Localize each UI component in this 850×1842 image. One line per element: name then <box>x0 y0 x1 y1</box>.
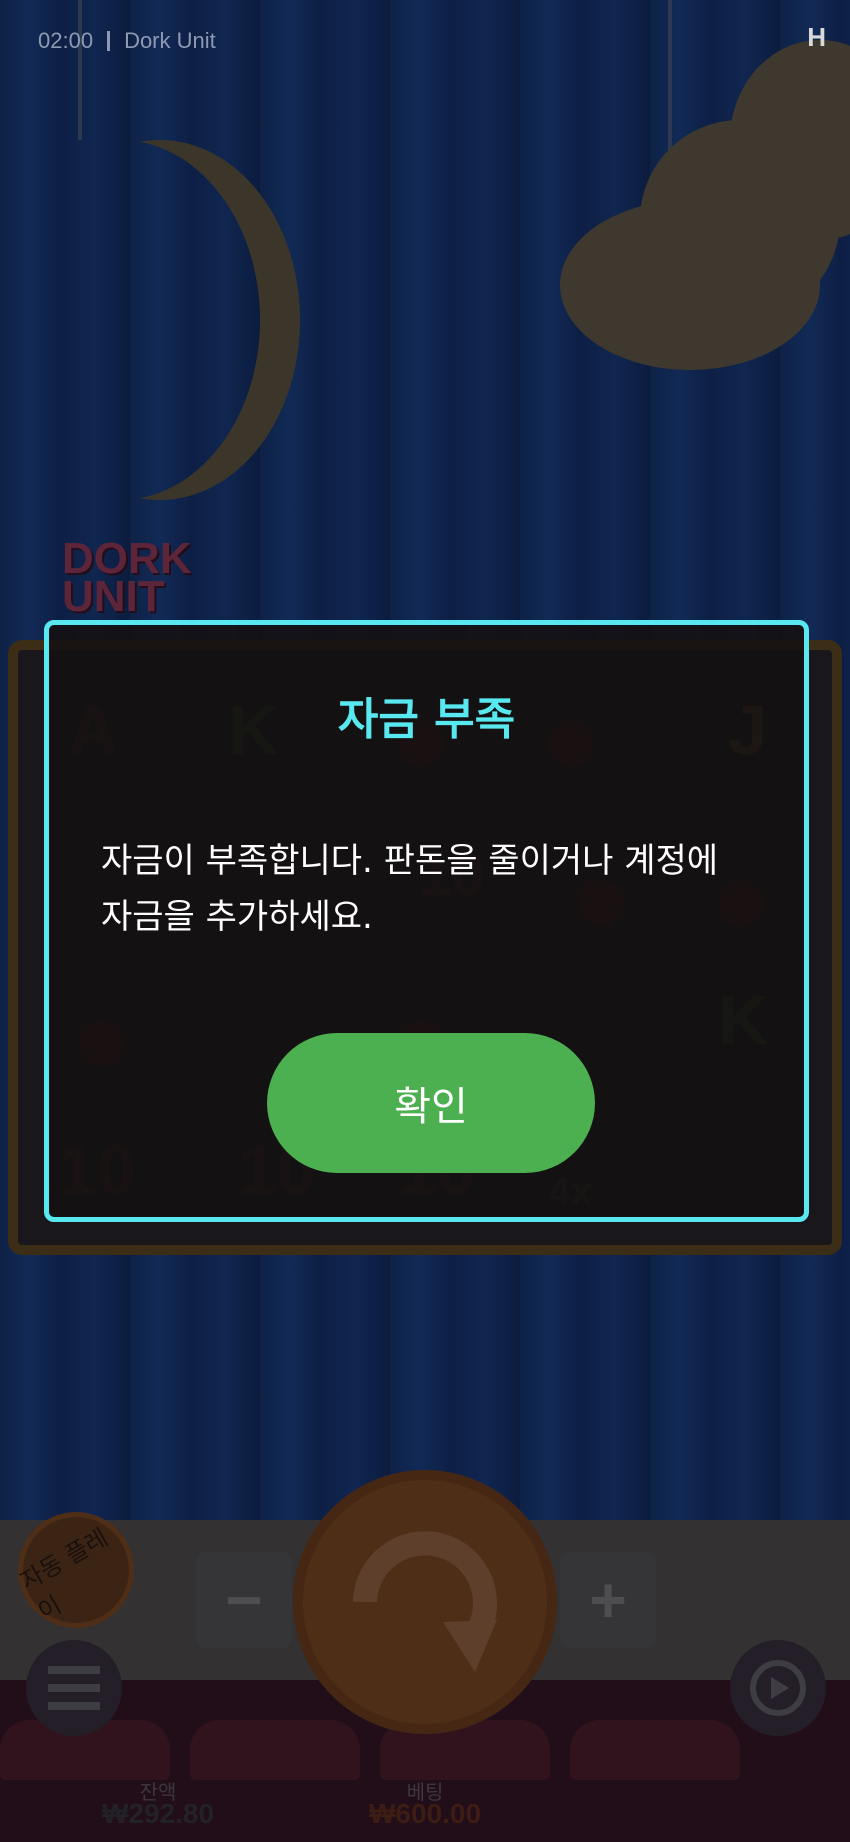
insufficient-funds-dialog: 자금 부족 자금이 부족합니다. 판돈을 줄이거나 계정에 자금을 추가하세요.… <box>44 620 809 1222</box>
ok-button[interactable]: 확인 <box>267 1033 595 1173</box>
status-bar: 02:00 Dork Unit <box>38 28 216 54</box>
dialog-title: 자금 부족 <box>337 694 516 745</box>
game-name: Dork Unit <box>124 28 216 53</box>
provider-logo-icon: H <box>807 22 826 52</box>
separator <box>107 31 111 51</box>
dialog-message: 자금이 부족합니다. 판돈을 줄이거나 계정에 자금을 추가하세요. <box>101 841 719 937</box>
clock-time: 02:00 <box>38 28 94 53</box>
